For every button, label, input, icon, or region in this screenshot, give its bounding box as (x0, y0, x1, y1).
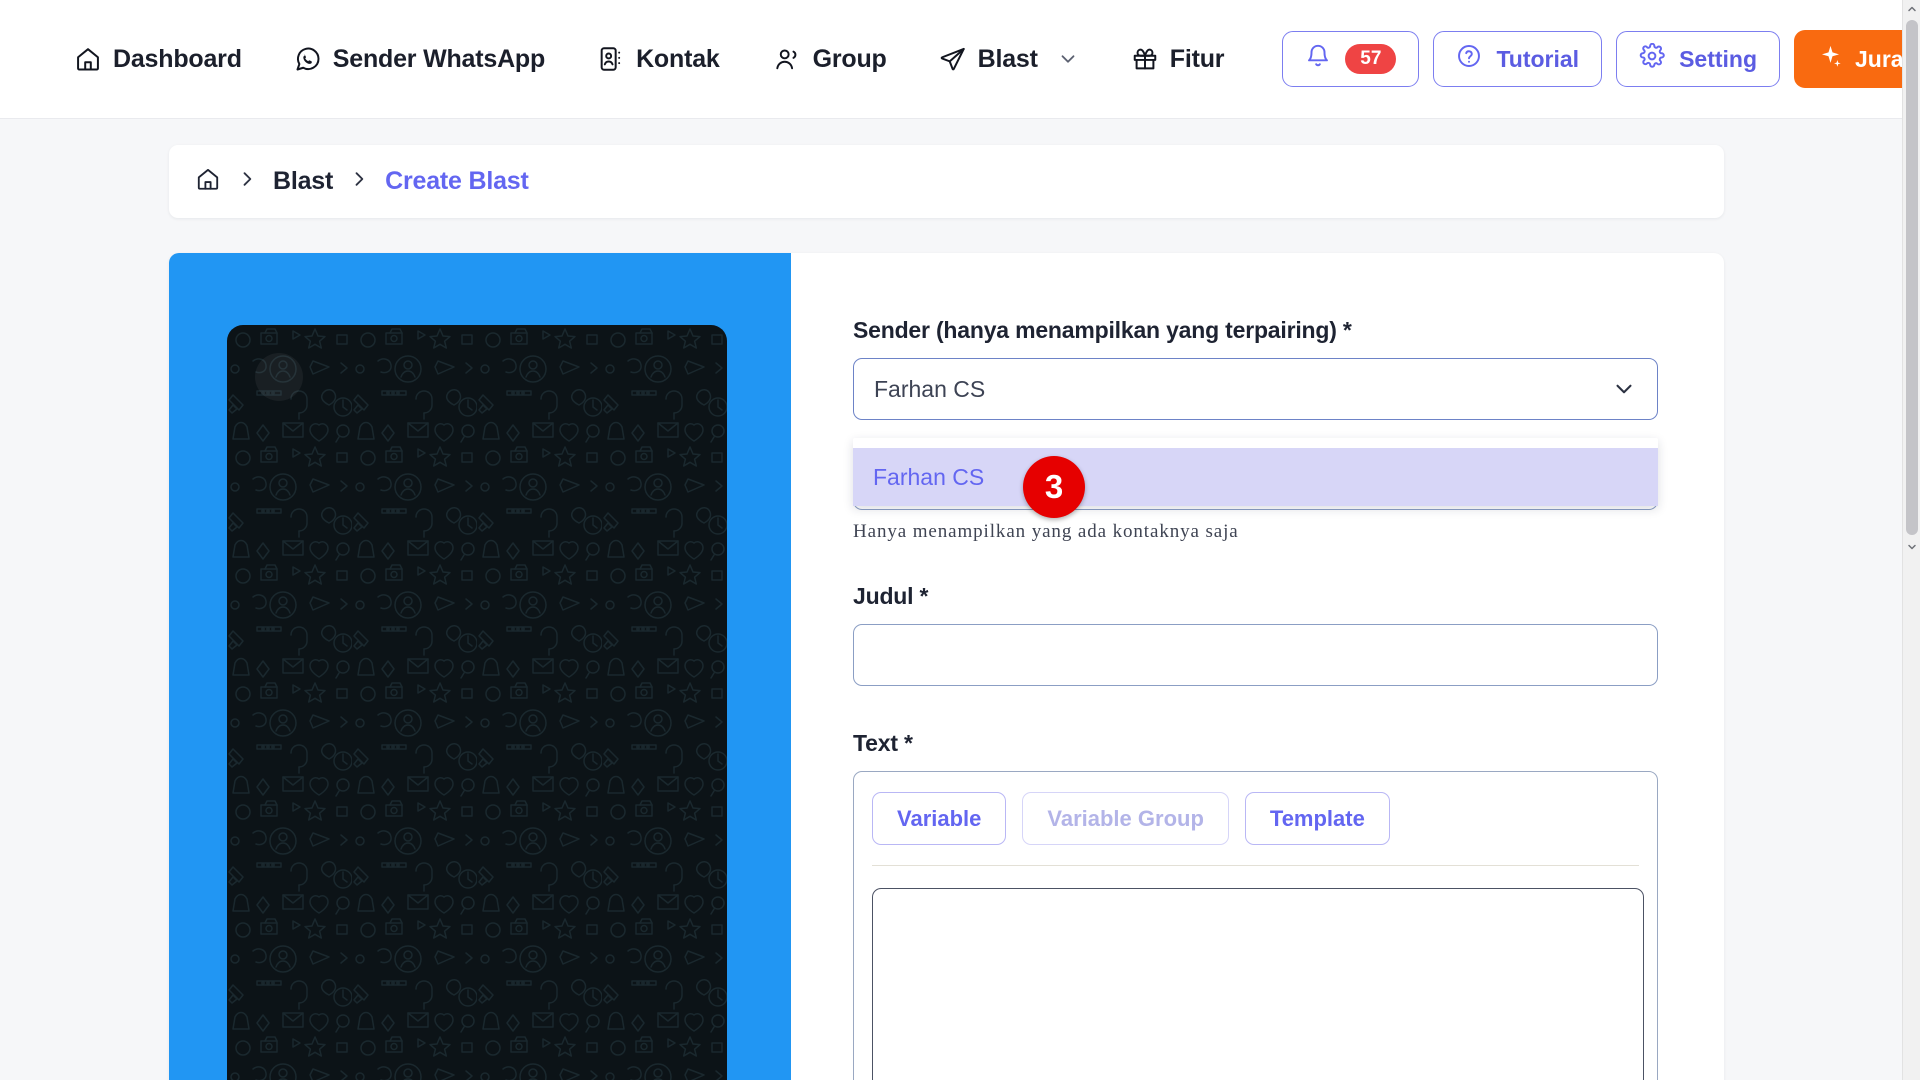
text-editor: Variable Variable Group Template (853, 771, 1658, 1080)
breadcrumb-separator (237, 168, 257, 196)
gift-icon (1131, 45, 1159, 73)
setting-button[interactable]: Setting (1616, 31, 1781, 87)
sender-selected-value: Farhan CS (874, 375, 986, 402)
variable-button[interactable]: Variable (872, 792, 1007, 845)
sparkle-icon (1818, 44, 1843, 75)
annotation-marker-step-3: 3 (1023, 456, 1085, 518)
page-scrollbar[interactable] (1902, 0, 1920, 1080)
scrollbar-thumb[interactable] (1906, 20, 1918, 535)
scroll-down-arrow-icon[interactable] (1903, 538, 1920, 556)
whatsapp-icon (294, 45, 322, 73)
chevron-down-icon (1057, 48, 1079, 70)
nav-item-group[interactable]: Group (746, 39, 913, 80)
judul-field-group: Judul * (853, 583, 1662, 686)
breadcrumb-parent[interactable]: Blast (273, 167, 333, 196)
whatsapp-doodle-background (227, 325, 727, 1080)
group-helper-text: Hanya menampilkan yang ada kontaknya saj… (853, 521, 1239, 542)
notification-button[interactable]: 57 (1282, 31, 1420, 87)
notification-count-badge: 57 (1345, 44, 1397, 74)
page-body: Blast Create Blast Sender (hanya menampi… (0, 119, 1902, 1080)
nav-label: Dashboard (113, 44, 242, 73)
bell-icon (1305, 43, 1331, 75)
sender-select[interactable]: Farhan CS (853, 358, 1658, 420)
variable-group-button[interactable]: Variable Group (1022, 792, 1229, 845)
nav-item-fitur[interactable]: Fitur (1105, 39, 1251, 80)
breadcrumb: Blast Create Blast (169, 145, 1724, 218)
scrollbar-track-lower[interactable] (1903, 556, 1920, 1080)
breadcrumb-home-icon[interactable] (195, 166, 221, 197)
gear-icon (1639, 42, 1665, 75)
nav-item-dashboard[interactable]: Dashboard (48, 39, 268, 80)
setting-label: Setting (1679, 45, 1758, 72)
scroll-up-arrow-icon[interactable] (1903, 0, 1920, 18)
sender-option-farhan-cs[interactable]: Farhan CS (853, 448, 1658, 506)
sender-dropdown-menu: Farhan CS (853, 438, 1658, 506)
navbar-actions: 57 Tutorial Setting Jura (1282, 30, 1920, 88)
judul-label: Judul * (853, 583, 929, 609)
sender-field-group: Sender (hanya menampilkan yang terpairin… (853, 317, 1662, 518)
editor-toolbar: Variable Variable Group Template (872, 792, 1639, 866)
nav-label: Blast (977, 44, 1038, 73)
nav-item-kontak[interactable]: Kontak (571, 39, 746, 80)
text-label: Text * (853, 730, 913, 756)
breadcrumb-current: Create Blast (385, 167, 529, 195)
blast-form: Sender (hanya menampilkan yang terpairin… (791, 253, 1724, 1080)
home-icon (74, 45, 102, 73)
tutorial-label: Tutorial (1496, 45, 1580, 72)
message-textarea[interactable] (872, 888, 1644, 1080)
tutorial-button[interactable]: Tutorial (1433, 31, 1603, 87)
chevron-down-icon[interactable] (1611, 376, 1637, 402)
nav-label: Fitur (1169, 44, 1225, 73)
paper-plane-icon (939, 45, 967, 73)
annotation-step-number: 3 (1044, 468, 1064, 505)
nav-label: Kontak (636, 44, 720, 73)
nav-item-blast[interactable]: Blast (913, 39, 1105, 80)
nav-label: Sender WhatsApp (332, 44, 546, 73)
nav-label: Group (812, 44, 887, 73)
preview-avatar-placeholder (255, 353, 303, 401)
whatsapp-preview-pane (169, 253, 791, 1080)
contact-card-icon (597, 45, 625, 73)
template-button[interactable]: Template (1244, 792, 1390, 845)
nav-item-sender-whatsapp[interactable]: Sender WhatsApp (268, 39, 571, 80)
judul-input[interactable] (853, 624, 1658, 686)
text-field-group: Text * Variable Variable Group Template (853, 730, 1662, 1080)
app-root: Dashboard Sender WhatsApp Kontak Group B… (0, 0, 1920, 1080)
phone-mockup (227, 325, 727, 1080)
people-icon (772, 45, 802, 73)
question-circle-icon (1456, 43, 1482, 75)
create-blast-card: Sender (hanya menampilkan yang terpairin… (169, 253, 1724, 1080)
top-navbar: Dashboard Sender WhatsApp Kontak Group B… (0, 0, 1920, 119)
sender-label: Sender (hanya menampilkan yang terpairin… (853, 317, 1352, 343)
breadcrumb-separator (349, 168, 369, 196)
nav-links: Dashboard Sender WhatsApp Kontak Group B… (48, 39, 1250, 80)
